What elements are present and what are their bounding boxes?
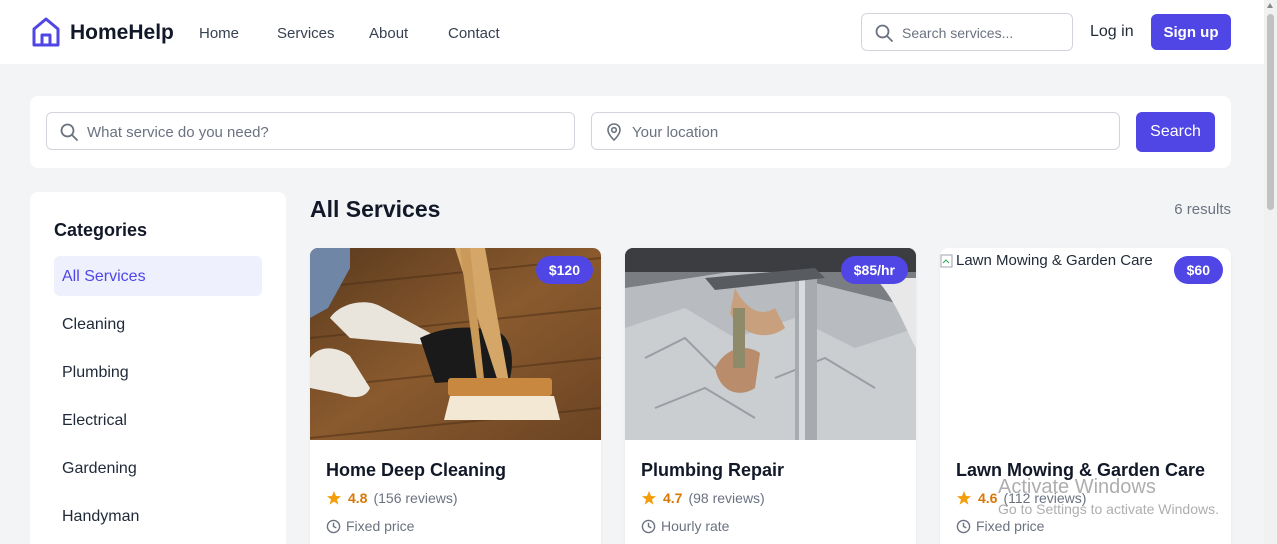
location-field[interactable] [591, 112, 1120, 150]
service-query-input[interactable] [87, 121, 567, 143]
scroll-up-arrow-icon[interactable] [1267, 3, 1273, 8]
service-search-field[interactable] [46, 112, 575, 150]
star-icon [642, 491, 656, 505]
rating-row: 4.7 (98 reviews) [641, 490, 765, 506]
plumbing-photo: $85/hr [625, 248, 916, 440]
header-search-box[interactable] [861, 13, 1073, 51]
header-search-input[interactable] [902, 22, 1062, 44]
signup-button[interactable]: Sign up [1151, 14, 1231, 50]
activate-windows-watermark: Activate Windows Go to Settings to activ… [998, 476, 1219, 517]
page-title: All Services [310, 196, 441, 222]
scrollbar-thumb[interactable] [1267, 14, 1274, 210]
nav-link-contact[interactable]: Contact [448, 25, 500, 42]
categories-sidebar: Categories All Services Cleaning Plumbin… [30, 192, 286, 544]
location-input[interactable] [632, 121, 1112, 143]
rating-value: 4.8 [348, 490, 368, 506]
broken-image-alt: Lawn Mowing & Garden Care [940, 252, 1153, 269]
search-icon [60, 123, 78, 141]
category-electrical[interactable]: Electrical [54, 400, 262, 440]
categories-heading: Categories [54, 220, 148, 240]
service-card[interactable]: $120 Home Deep Cleaning 4.8 (156 reviews… [310, 248, 601, 544]
price-type: Fixed price [956, 518, 1044, 534]
rating-row: 4.8 (156 reviews) [326, 490, 458, 506]
category-gardening[interactable]: Gardening [54, 448, 262, 488]
price-type-label: Fixed price [976, 518, 1045, 534]
page-scrollbar[interactable] [1264, 0, 1277, 544]
price-badge: $85/hr [840, 256, 908, 284]
price-type-label: Fixed price [346, 518, 415, 534]
house-logo-icon [32, 17, 60, 47]
broken-image-icon [940, 254, 953, 267]
garden-photo-broken: Lawn Mowing & Garden Care $60 [940, 248, 1231, 440]
map-pin-icon [607, 123, 621, 142]
nav-link-about[interactable]: About [369, 25, 408, 42]
brand-name[interactable]: HomeHelp [70, 21, 174, 45]
cleaning-photo: $120 [310, 248, 601, 440]
price-type-label: Hourly rate [661, 518, 730, 534]
rating-value: 4.7 [663, 490, 683, 506]
nav-link-services[interactable]: Services [277, 25, 335, 42]
top-navbar: HomeHelp Home Services About Contact Log… [0, 0, 1264, 64]
clock-icon [641, 519, 656, 533]
star-icon [327, 491, 341, 505]
service-name[interactable]: Plumbing Repair [641, 460, 784, 481]
service-card[interactable]: $85/hr Plumbing Repair 4.7 (98 reviews) … [625, 248, 916, 544]
service-name[interactable]: Home Deep Cleaning [326, 460, 506, 481]
watermark-subtitle: Go to Settings to activate Windows. [998, 501, 1219, 517]
category-handyman[interactable]: Handyman [54, 496, 262, 536]
category-all-services[interactable]: All Services [54, 256, 262, 296]
price-type: Fixed price [326, 518, 414, 534]
watermark-title: Activate Windows [998, 476, 1156, 498]
price-badge: $60 [1173, 256, 1223, 284]
clock-icon [956, 519, 971, 533]
login-link[interactable]: Log in [1090, 23, 1134, 41]
service-search-panel: Search [30, 96, 1231, 168]
review-count: (156 reviews) [373, 490, 458, 506]
search-icon [875, 24, 893, 42]
category-cleaning[interactable]: Cleaning [54, 304, 262, 344]
review-count: (98 reviews) [688, 490, 765, 506]
category-plumbing[interactable]: Plumbing [54, 352, 262, 392]
results-count: 6 results [1174, 201, 1231, 218]
price-type: Hourly rate [641, 518, 729, 534]
search-button[interactable]: Search [1136, 112, 1215, 152]
rating-value: 4.6 [978, 490, 998, 506]
price-badge: $120 [535, 256, 593, 284]
nav-link-home[interactable]: Home [199, 25, 239, 42]
star-icon [957, 491, 971, 505]
clock-icon [326, 519, 341, 533]
